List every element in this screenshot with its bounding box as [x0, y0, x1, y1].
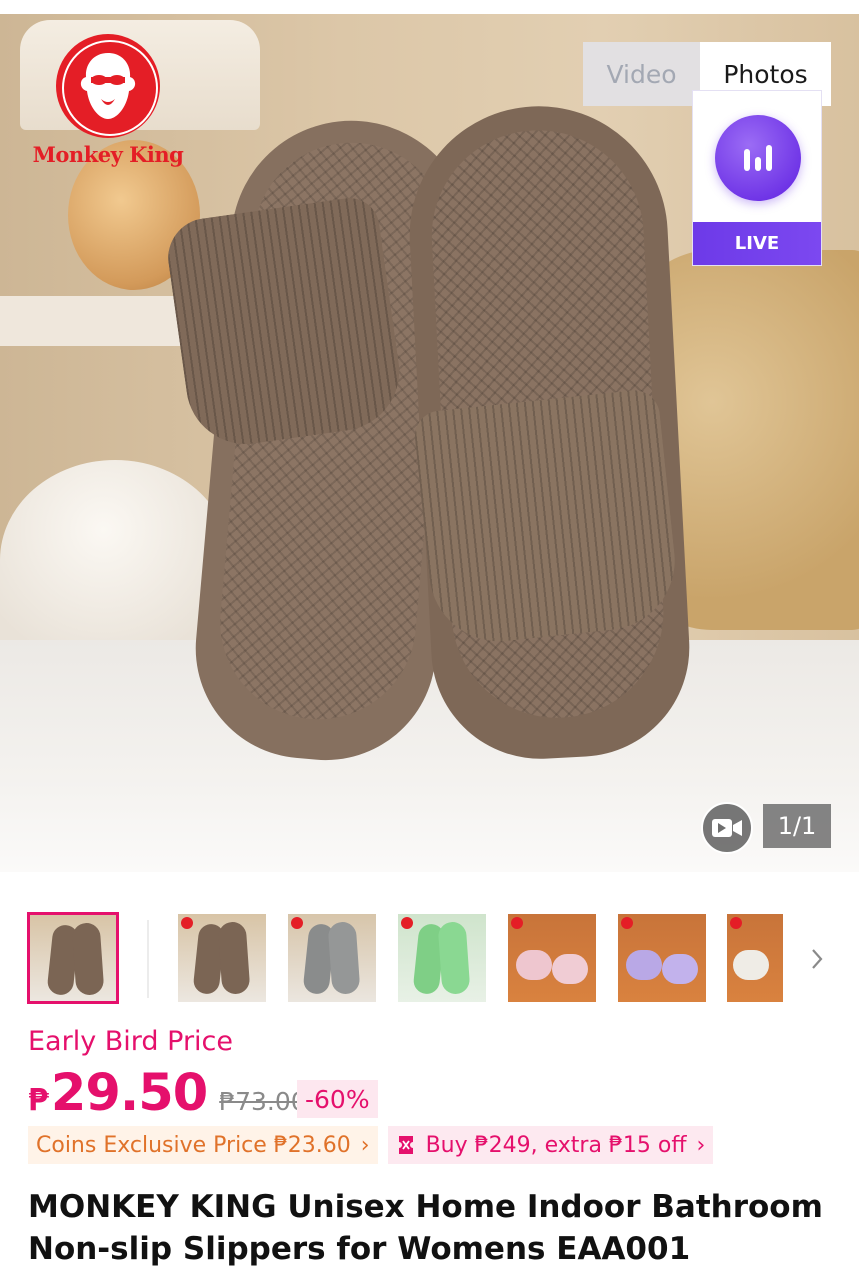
thumbnail-purple[interactable] — [618, 914, 706, 1002]
thumbnail-brown[interactable] — [178, 914, 266, 1002]
monkey-logo-icon — [56, 34, 160, 138]
thumbnail-divider — [147, 920, 149, 998]
coins-price-text: Coins Exclusive Price ₱23.60 — [36, 1132, 351, 1158]
original-price: ₱73.00 — [219, 1087, 307, 1116]
coins-price-chip[interactable]: Coins Exclusive Price ₱23.60 › — [28, 1126, 378, 1164]
price-row: ₱ 29.50 ₱73.00 — [28, 1064, 307, 1128]
current-price: 29.50 — [50, 1064, 208, 1123]
thumbnail-pink[interactable] — [508, 914, 596, 1002]
voucher-icon — [396, 1134, 416, 1156]
brand-name: Monkey King — [32, 142, 184, 167]
voucher-text: Buy ₱249, extra ₱15 off — [425, 1132, 687, 1158]
thumbnail-grey[interactable] — [288, 914, 376, 1002]
video-camera-icon[interactable] — [701, 802, 753, 854]
tab-video[interactable]: Video — [583, 42, 700, 106]
slipper-front-strap — [412, 387, 682, 649]
discount-badge: -60% — [297, 1080, 378, 1118]
image-counter: 1/1 — [763, 804, 831, 848]
product-title: MONKEY KING Unisex Home Indoor Bathroom … — [28, 1189, 823, 1267]
brand-logo: Monkey King — [18, 34, 198, 174]
chevron-right-icon: › — [360, 1132, 370, 1158]
thumbnail-brown-selected[interactable] — [27, 912, 119, 1004]
chevron-right-icon[interactable] — [804, 942, 830, 976]
chevron-right-icon: › — [696, 1132, 706, 1158]
product-image-gallery[interactable]: Monkey King Video Photos LIVE 1/1 — [0, 0, 859, 872]
voucher-chip[interactable]: Buy ₱249, extra ₱15 off › — [387, 1126, 714, 1164]
early-bird-label: Early Bird Price — [28, 1026, 234, 1057]
vase — [0, 460, 230, 660]
promo-chips: Coins Exclusive Price ₱23.60 › Buy ₱249,… — [28, 1126, 723, 1164]
status-strip — [0, 0, 859, 14]
variant-thumbnails — [0, 902, 859, 1012]
live-bars-icon — [715, 115, 801, 201]
thumbnail-green[interactable] — [398, 914, 486, 1002]
live-stream-card[interactable]: LIVE — [692, 90, 822, 266]
slipper-back-strap — [163, 194, 407, 452]
thumbnail-white[interactable] — [727, 914, 783, 1002]
price-currency: ₱ — [28, 1083, 49, 1118]
live-label: LIVE — [693, 222, 821, 265]
